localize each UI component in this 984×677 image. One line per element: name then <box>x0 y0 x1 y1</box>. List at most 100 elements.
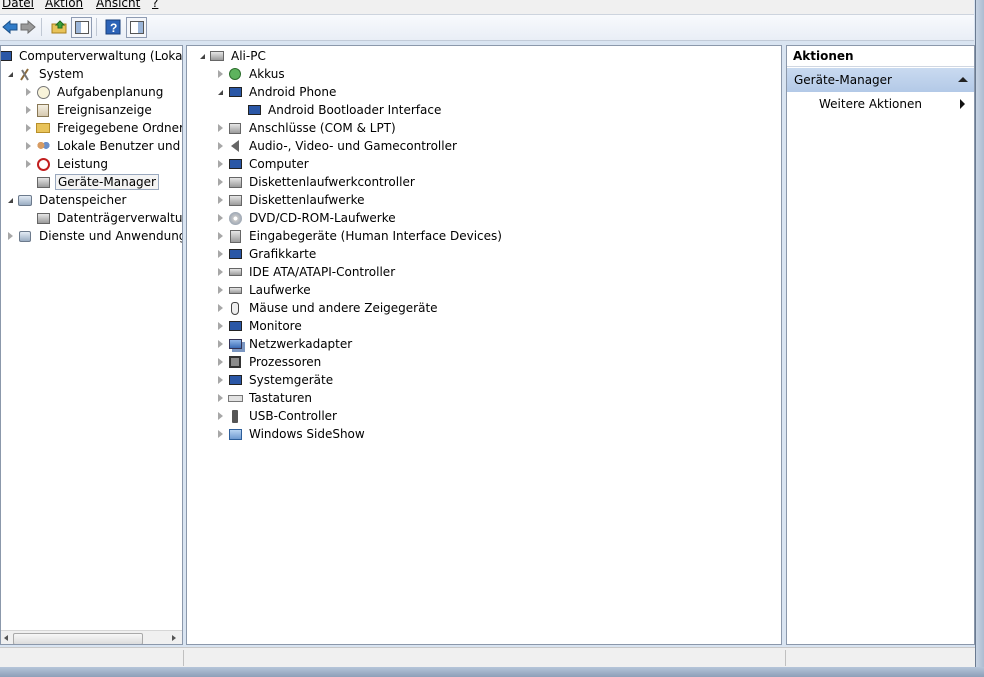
expand-arrow-icon[interactable] <box>215 429 225 439</box>
collapse-arrow-icon[interactable] <box>5 195 15 205</box>
tree-item-event-viewer[interactable]: Ereignisanzeige <box>23 101 154 119</box>
expand-arrow-icon[interactable] <box>23 141 33 151</box>
keyboard-icon <box>227 390 243 406</box>
expand-arrow-icon[interactable] <box>23 87 33 97</box>
device-category-hid[interactable]: Eingabegeräte (Human Interface Devices) <box>215 227 504 245</box>
tree-item-label: Computerverwaltung (Lokal) <box>19 49 183 63</box>
input-device-icon <box>227 228 243 244</box>
performance-icon <box>35 156 51 172</box>
expand-arrow-icon[interactable] <box>215 339 225 349</box>
expand-arrow-icon[interactable] <box>215 321 225 331</box>
tree-item-system[interactable]: System <box>5 65 86 83</box>
tree-item-label: Anschlüsse (COM & LPT) <box>249 121 396 135</box>
device-category-computer[interactable]: Computer <box>215 155 311 173</box>
device-category-graphics[interactable]: Grafikkarte <box>215 245 318 263</box>
device-android-bootloader[interactable]: Android Bootloader Interface <box>246 101 443 119</box>
tree-item-services-applications[interactable]: Dienste und Anwendungen <box>5 227 182 245</box>
expand-arrow-icon[interactable] <box>5 231 15 241</box>
tree-item-disk-management[interactable]: Datenträgerverwaltung <box>35 209 182 227</box>
device-tree-root[interactable]: Ali-PC <box>197 47 268 65</box>
actions-section-device-manager[interactable]: Geräte-Manager <box>787 68 974 92</box>
expand-arrow-icon[interactable] <box>215 69 225 79</box>
device-category-android-phone[interactable]: Android Phone <box>215 83 338 101</box>
tree-item-local-users[interactable]: Lokale Benutzer und Gr <box>23 137 182 155</box>
collapse-up-icon[interactable] <box>958 77 968 82</box>
more-actions-item[interactable]: Weitere Aktionen <box>787 94 974 114</box>
services-icon <box>17 228 33 244</box>
tree-item-storage[interactable]: Datenspeicher <box>5 191 128 209</box>
forward-arrow-icon[interactable] <box>18 17 38 37</box>
scroll-right-icon[interactable] <box>172 635 176 641</box>
expand-arrow-icon[interactable] <box>215 177 225 187</box>
menu-file[interactable]: Datei <box>2 0 34 10</box>
expand-arrow-icon[interactable] <box>215 213 225 223</box>
menu-view[interactable]: Ansicht <box>96 0 140 10</box>
device-category-system-devices[interactable]: Systemgeräte <box>215 371 335 389</box>
tree-item-computer-management[interactable]: Computerverwaltung (Lokal) <box>1 47 183 65</box>
device-category-dvd-drives[interactable]: DVD/CD-ROM-Laufwerke <box>215 209 398 227</box>
expand-arrow-icon[interactable] <box>215 411 225 421</box>
expand-arrow-icon[interactable] <box>215 195 225 205</box>
users-icon <box>35 138 51 154</box>
device-category-processors[interactable]: Prozessoren <box>215 353 323 371</box>
device-category-keyboards[interactable]: Tastaturen <box>215 389 314 407</box>
expand-arrow-icon[interactable] <box>215 393 225 403</box>
scroll-left-icon[interactable] <box>4 635 8 641</box>
back-arrow-icon[interactable] <box>0 17 20 37</box>
show-hide-action-pane-icon[interactable] <box>126 17 147 38</box>
collapse-arrow-icon[interactable] <box>5 69 15 79</box>
collapse-arrow-icon[interactable] <box>215 87 225 97</box>
up-folder-icon[interactable] <box>49 17 69 37</box>
tree-item-label: Netzwerkadapter <box>249 337 353 351</box>
expand-arrow-icon[interactable] <box>215 375 225 385</box>
more-actions-label: Weitere Aktionen <box>819 97 922 111</box>
expand-arrow-icon[interactable] <box>215 303 225 313</box>
device-category-sideshow[interactable]: Windows SideShow <box>215 425 367 443</box>
window-frame-right <box>975 0 984 677</box>
floppy-controller-icon <box>227 174 243 190</box>
scrollbar-thumb[interactable] <box>13 633 143 644</box>
tree-item-label: Geräte-Manager <box>55 174 159 190</box>
device-category-drives[interactable]: Laufwerke <box>215 281 313 299</box>
device-category-usb[interactable]: USB-Controller <box>215 407 339 425</box>
expand-arrow-icon[interactable] <box>23 105 33 115</box>
device-category-monitors[interactable]: Monitore <box>215 317 304 335</box>
device-category-floppy-controllers[interactable]: Diskettenlaufwerkcontroller <box>215 173 417 191</box>
expand-arrow-icon[interactable] <box>215 123 225 133</box>
device-category-ports[interactable]: Anschlüsse (COM & LPT) <box>215 119 398 137</box>
tree-item-label: Akkus <box>249 67 285 81</box>
device-category-audio-video[interactable]: Audio-, Video- und Gamecontroller <box>215 137 459 155</box>
tree-item-label: Laufwerke <box>249 283 311 297</box>
device-category-batteries[interactable]: Akkus <box>215 65 287 83</box>
status-bar <box>0 647 975 668</box>
device-category-mice[interactable]: Mäuse und andere Zeigegeräte <box>215 299 440 317</box>
menu-help[interactable]: ? <box>152 0 158 10</box>
tree-item-performance[interactable]: Leistung <box>23 155 110 173</box>
device-category-floppy-drives[interactable]: Diskettenlaufwerke <box>215 191 366 209</box>
expand-arrow-icon[interactable] <box>215 249 225 259</box>
collapse-arrow-icon[interactable] <box>197 51 207 61</box>
menu-action[interactable]: Aktion <box>45 0 83 10</box>
tree-item-task-scheduler[interactable]: Aufgabenplanung <box>23 83 165 101</box>
expand-arrow-icon[interactable] <box>215 267 225 277</box>
device-category-network[interactable]: Netzwerkadapter <box>215 335 354 353</box>
help-icon[interactable]: ? <box>103 17 123 37</box>
expand-arrow-icon[interactable] <box>23 159 33 169</box>
horizontal-scrollbar[interactable] <box>1 630 182 644</box>
tree-item-label: Freigegebene Ordner <box>57 121 183 135</box>
expand-arrow-icon[interactable] <box>215 357 225 367</box>
expand-arrow-icon[interactable] <box>215 231 225 241</box>
show-hide-tree-icon[interactable] <box>71 17 92 38</box>
expand-arrow-icon[interactable] <box>215 159 225 169</box>
device-category-ide[interactable]: IDE ATA/ATAPI-Controller <box>215 263 397 281</box>
expand-arrow-icon[interactable] <box>215 285 225 295</box>
tree-item-shared-folders[interactable]: Freigegebene Ordner <box>23 119 183 137</box>
tree-item-label: Lokale Benutzer und Gr <box>57 139 182 153</box>
mouse-icon <box>227 300 243 316</box>
expand-arrow-icon[interactable] <box>215 141 225 151</box>
floppy-drive-icon <box>227 192 243 208</box>
tree-item-label: Prozessoren <box>249 355 322 369</box>
tree-item-device-manager[interactable]: Geräte-Manager <box>35 173 159 191</box>
tree-item-label: Systemgeräte <box>249 373 334 387</box>
expand-arrow-icon[interactable] <box>23 123 33 133</box>
